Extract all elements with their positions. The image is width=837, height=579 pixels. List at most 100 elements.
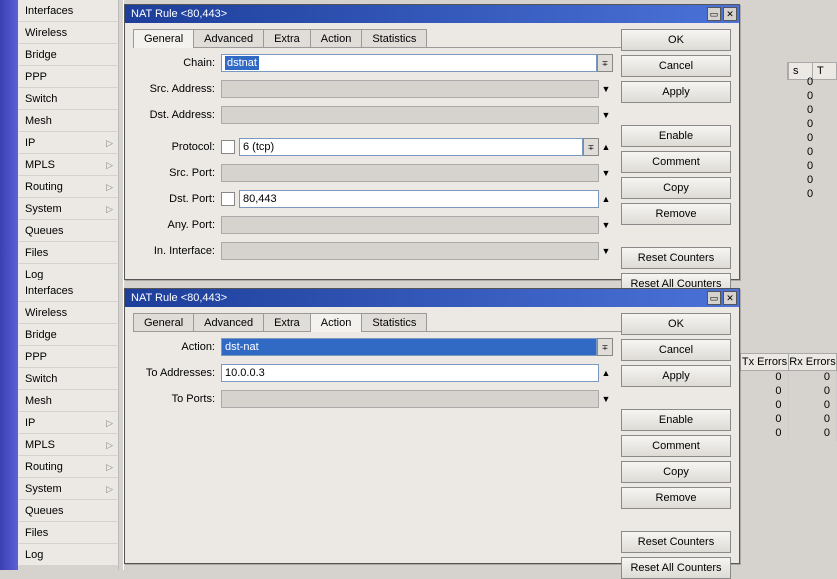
expand-down-icon[interactable]: ▼	[599, 242, 613, 260]
sidebar-item-ip[interactable]: IP▷	[18, 132, 118, 154]
expand-down-icon[interactable]: ▼	[599, 80, 613, 98]
protocol-invert-checkbox[interactable]	[221, 140, 235, 154]
copy-button[interactable]: Copy	[621, 177, 731, 199]
ok-button[interactable]: OK	[621, 29, 731, 51]
expand-down-icon[interactable]: ▼	[599, 216, 613, 234]
bg-values-top: 0 0 0 0 0 0 0 0 0	[801, 76, 837, 202]
to-ports-label: To Ports:	[133, 393, 221, 405]
sidebar-bottom: Interfaces Wireless Bridge PPP Switch Me…	[18, 280, 118, 566]
submenu-arrow-icon: ▷	[106, 138, 113, 149]
dialog-title: NAT Rule <80,443>	[131, 292, 227, 304]
to-addresses-input[interactable]: 10.0.0.3	[221, 364, 599, 382]
minimize-button[interactable]: ▭	[707, 291, 721, 305]
sidebar-item-routing[interactable]: Routing▷	[18, 456, 118, 478]
apply-button[interactable]: Apply	[621, 81, 731, 103]
action-label: Action:	[133, 341, 221, 353]
chain-dropdown-button[interactable]: ∓	[597, 54, 613, 72]
sidebar-item-queues[interactable]: Queues	[18, 220, 118, 242]
protocol-input[interactable]: 6 (tcp)	[239, 138, 583, 156]
sidebar-item-ppp[interactable]: PPP	[18, 346, 118, 368]
sidebar-item-bridge[interactable]: Bridge	[18, 44, 118, 66]
sidebar-item-bridge[interactable]: Bridge	[18, 324, 118, 346]
expand-down-icon[interactable]: ▼	[599, 164, 613, 182]
reset-all-counters-button[interactable]: Reset All Counters	[621, 557, 731, 579]
sidebar-item-wireless[interactable]: Wireless	[18, 302, 118, 324]
submenu-arrow-icon: ▷	[106, 418, 113, 429]
sidebar-item-files[interactable]: Files	[18, 522, 118, 544]
cancel-button[interactable]: Cancel	[621, 55, 731, 77]
sidebar-item-switch[interactable]: Switch	[18, 88, 118, 110]
remove-button[interactable]: Remove	[621, 487, 731, 509]
any-port-input[interactable]	[221, 216, 599, 234]
in-interface-input[interactable]	[221, 242, 599, 260]
in-interface-label: In. Interface:	[133, 245, 221, 257]
collapse-up-icon[interactable]: ▲	[599, 364, 613, 382]
dst-port-input[interactable]: 80,443	[239, 190, 599, 208]
to-ports-input[interactable]	[221, 390, 599, 408]
sidebar-item-interfaces[interactable]: Interfaces	[18, 280, 118, 302]
dst-port-invert-checkbox[interactable]	[221, 192, 235, 206]
close-button[interactable]: ✕	[723, 291, 737, 305]
ok-button[interactable]: OK	[621, 313, 731, 335]
bg-header-bottom: Tx ErrorsRx Errors	[740, 353, 837, 371]
close-button[interactable]: ✕	[723, 7, 737, 21]
sidebar-item-ip[interactable]: IP▷	[18, 412, 118, 434]
submenu-arrow-icon: ▷	[106, 484, 113, 495]
tab-general[interactable]: General	[133, 29, 194, 48]
nat-rule-dialog-general: NAT Rule <80,443> ▭ ✕ General Advanced E…	[124, 4, 740, 280]
form-area: Chain: dstnat ∓ Src. Address: ▼ Dst. Add…	[133, 45, 613, 275]
dst-address-input[interactable]	[221, 106, 599, 124]
dialog-title: NAT Rule <80,443>	[131, 8, 227, 20]
sidebar-item-mpls[interactable]: MPLS▷	[18, 154, 118, 176]
sidebar-item-system[interactable]: System▷	[18, 198, 118, 220]
sidebar-item-mpls[interactable]: MPLS▷	[18, 434, 118, 456]
submenu-arrow-icon: ▷	[106, 182, 113, 193]
copy-button[interactable]: Copy	[621, 461, 731, 483]
enable-button[interactable]: Enable	[621, 409, 731, 431]
minimize-button[interactable]: ▭	[707, 7, 721, 21]
comment-button[interactable]: Comment	[621, 151, 731, 173]
submenu-arrow-icon: ▷	[106, 440, 113, 451]
sidebar-top: Interfaces Wireless Bridge PPP Switch Me…	[18, 0, 118, 286]
sidebar-item-routing[interactable]: Routing▷	[18, 176, 118, 198]
reset-counters-button[interactable]: Reset Counters	[621, 247, 731, 269]
expand-down-icon[interactable]: ▼	[599, 390, 613, 408]
sidebar-item-system[interactable]: System▷	[18, 478, 118, 500]
sidebar-item-ppp[interactable]: PPP	[18, 66, 118, 88]
blue-stripe	[0, 0, 18, 570]
to-addresses-label: To Addresses:	[133, 367, 221, 379]
sidebar-item-log[interactable]: Log	[18, 544, 118, 566]
src-port-label: Src. Port:	[133, 167, 221, 179]
enable-button[interactable]: Enable	[621, 125, 731, 147]
action-dropdown-button[interactable]: ∓	[597, 338, 613, 356]
sidebar-item-mesh[interactable]: Mesh	[18, 110, 118, 132]
sidebar-item-interfaces[interactable]: Interfaces	[18, 0, 118, 22]
src-port-input[interactable]	[221, 164, 599, 182]
remove-button[interactable]: Remove	[621, 203, 731, 225]
cancel-button[interactable]: Cancel	[621, 339, 731, 361]
dst-address-label: Dst. Address:	[133, 109, 221, 121]
collapse-up-icon[interactable]: ▲	[599, 190, 613, 208]
chain-input[interactable]: dstnat	[221, 54, 597, 72]
tab-action[interactable]: Action	[310, 313, 363, 332]
sidebar-item-switch[interactable]: Switch	[18, 368, 118, 390]
any-port-label: Any. Port:	[133, 219, 221, 231]
form-area: Action: dst-nat ∓ To Addresses: 10.0.0.3…	[133, 329, 613, 559]
comment-button[interactable]: Comment	[621, 435, 731, 457]
sidebar-item-files[interactable]: Files	[18, 242, 118, 264]
button-column: OK Cancel Apply Enable Comment Copy Remo…	[621, 313, 731, 579]
sidebar-item-wireless[interactable]: Wireless	[18, 22, 118, 44]
reset-counters-button[interactable]: Reset Counters	[621, 531, 731, 553]
titlebar[interactable]: NAT Rule <80,443> ▭ ✕	[125, 5, 739, 23]
action-input[interactable]: dst-nat	[221, 338, 597, 356]
sidebar-item-queues[interactable]: Queues	[18, 500, 118, 522]
protocol-dropdown-button[interactable]: ∓	[583, 138, 599, 156]
src-address-input[interactable]	[221, 80, 599, 98]
titlebar[interactable]: NAT Rule <80,443> ▭ ✕	[125, 289, 739, 307]
collapse-up-icon[interactable]: ▲	[599, 138, 613, 156]
nat-rule-dialog-action: NAT Rule <80,443> ▭ ✕ General Advanced E…	[124, 288, 740, 564]
expand-down-icon[interactable]: ▼	[599, 106, 613, 124]
apply-button[interactable]: Apply	[621, 365, 731, 387]
protocol-label: Protocol:	[133, 141, 221, 153]
sidebar-item-mesh[interactable]: Mesh	[18, 390, 118, 412]
